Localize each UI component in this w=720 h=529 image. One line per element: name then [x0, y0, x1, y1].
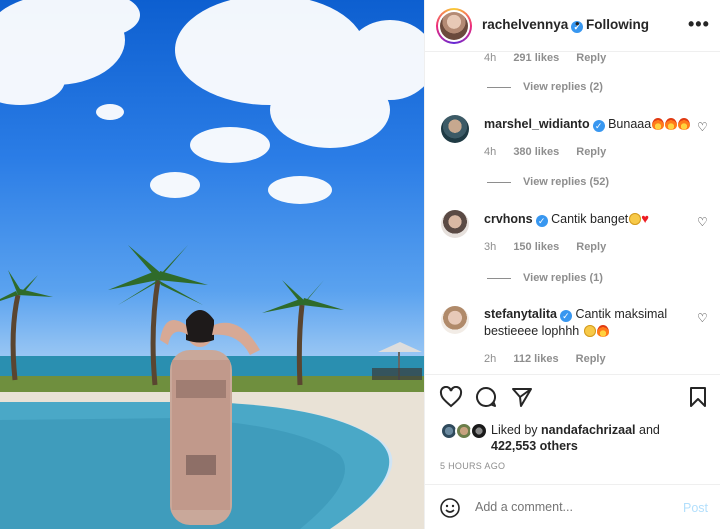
- likes-count[interactable]: 380 likes: [513, 146, 559, 158]
- fire-emoji-icon: [596, 325, 609, 337]
- comment-meta: 2h 112 likes Reply: [484, 353, 606, 365]
- view-replies-button[interactable]: View replies (2): [487, 81, 603, 93]
- commenter-username[interactable]: stefanytalita: [484, 307, 557, 321]
- commenter-username[interactable]: crvhons: [484, 212, 533, 226]
- comment-meta: 3h 150 likes Reply: [484, 241, 607, 253]
- reply-button[interactable]: Reply: [576, 146, 606, 158]
- heart-icon[interactable]: [439, 386, 463, 408]
- comment-like-heart-icon[interactable]: ♡: [697, 311, 708, 325]
- likes-others-count[interactable]: 422,553 others: [491, 439, 578, 453]
- header-separator: •: [575, 16, 580, 31]
- commenter-avatar[interactable]: [441, 306, 469, 334]
- post-actions: Liked by nandafachrizaal and 422,553 oth…: [425, 374, 720, 484]
- reply-button[interactable]: Reply: [576, 241, 606, 253]
- author-avatar[interactable]: [436, 8, 472, 44]
- post-header: rachelvennya ✓ • Following •••: [425, 0, 720, 52]
- view-replies-button[interactable]: View replies (52): [487, 176, 609, 188]
- commenter-avatar[interactable]: [441, 210, 469, 238]
- smiling-face-emoji-icon: [629, 213, 642, 225]
- following-button[interactable]: Following: [586, 17, 649, 32]
- red-heart-emoji-icon: ♥: [641, 211, 649, 226]
- likes-count[interactable]: 291 likes: [513, 53, 559, 64]
- clouds: [0, 0, 424, 204]
- heart-eyes-emoji-icon: [583, 325, 596, 337]
- liked-by-text: Liked by nandafachrizaal and 422,553 oth…: [491, 423, 660, 453]
- add-comment-bar: Post: [425, 484, 720, 529]
- bookmark-icon[interactable]: [688, 386, 708, 408]
- beach-pool-scene: [0, 0, 424, 529]
- comment-text: stefanytalita ✓ Cantik maksimal bestieeee…: [484, 307, 668, 338]
- comment-text: marshel_widianto ✓ Bunaaa: [484, 116, 692, 133]
- comment-like-heart-icon[interactable]: ♡: [697, 120, 708, 134]
- smiley-icon[interactable]: [439, 497, 461, 519]
- reply-button[interactable]: Reply: [576, 53, 606, 64]
- fire-emoji-icon: [652, 118, 665, 130]
- likes-count[interactable]: 150 likes: [513, 241, 559, 253]
- comment-text: crvhons ✓ Cantik banget ♥: [484, 211, 649, 227]
- verified-badge-icon: ✓: [592, 120, 605, 132]
- author-username[interactable]: rachelvennya ✓: [482, 17, 584, 33]
- fire-emoji-icon: [665, 118, 678, 130]
- reply-button[interactable]: Reply: [576, 353, 606, 365]
- verified-badge-icon: ✓: [559, 310, 572, 322]
- post-side-panel: rachelvennya ✓ • Following ••• 4h 291 lik…: [424, 0, 720, 529]
- post-photo[interactable]: [0, 0, 424, 529]
- fire-emoji-icon: [678, 118, 691, 130]
- comment-input[interactable]: [475, 500, 655, 514]
- verified-badge-icon: ✓: [535, 215, 548, 227]
- comment-meta: 4h 291 likes Reply: [484, 53, 607, 64]
- post-timestamp[interactable]: 5 HOURS AGO: [440, 461, 505, 471]
- comments-list[interactable]: 4h 291 likes Reply View replies (2) mars…: [425, 53, 720, 373]
- comment-icon[interactable]: [475, 386, 497, 408]
- commenter-avatar[interactable]: [441, 115, 469, 143]
- more-horizontal-icon[interactable]: •••: [688, 14, 710, 35]
- share-icon[interactable]: [511, 386, 533, 408]
- view-replies-button[interactable]: View replies (1): [487, 272, 603, 284]
- post-button[interactable]: Post: [683, 501, 708, 515]
- comment-like-heart-icon[interactable]: ♡: [697, 215, 708, 229]
- commenter-username[interactable]: marshel_widianto: [484, 117, 590, 131]
- liker-avatar[interactable]: [470, 422, 488, 440]
- liked-by-username[interactable]: nandafachrizaal: [541, 423, 635, 437]
- comment-meta: 4h 380 likes Reply: [484, 146, 607, 158]
- likes-count[interactable]: 112 likes: [513, 353, 558, 365]
